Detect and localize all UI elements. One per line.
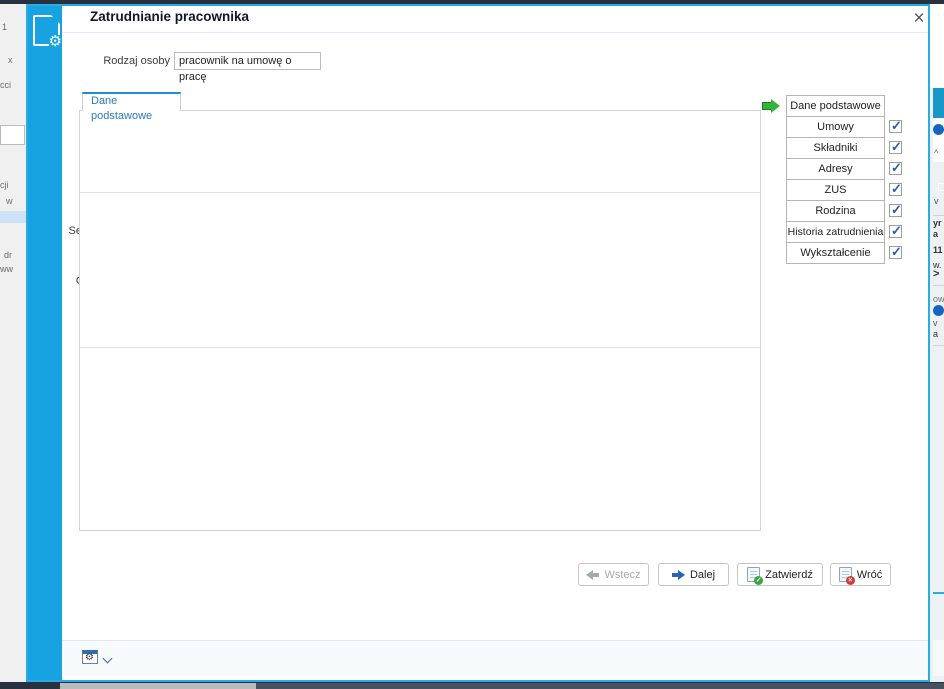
approve-doc-icon xyxy=(747,567,760,582)
bg-avatar-icon xyxy=(933,124,944,135)
step-adresy-checkbox[interactable] xyxy=(889,162,902,175)
step-historia-checkbox[interactable] xyxy=(889,225,902,238)
person-type-select[interactable]: pracownik na umowę o pracę xyxy=(174,52,321,70)
close-icon[interactable]: × xyxy=(906,7,932,31)
step-zus-checkbox[interactable] xyxy=(889,183,902,196)
wstecz-label: Wstecz xyxy=(604,569,640,581)
bg-text-fragment: ow xyxy=(933,294,944,304)
arrow-left-icon xyxy=(586,570,599,580)
form-panel xyxy=(79,110,761,531)
zatwierdz-label: Zatwierdź xyxy=(765,569,813,581)
bg-text-fragment: v xyxy=(934,196,939,206)
dalej-label: Dalej xyxy=(690,569,715,581)
bg-text-fragment: w xyxy=(6,196,13,206)
bg-highlight-row xyxy=(0,211,26,223)
step-rodzina-checkbox[interactable] xyxy=(889,204,902,217)
arrow-right-icon xyxy=(672,570,685,580)
section-divider xyxy=(80,347,760,348)
step-dane-podstawowe[interactable]: Dane podstawowe xyxy=(786,95,885,117)
folded-corner xyxy=(51,15,60,24)
bg-avatar-icon xyxy=(933,305,944,316)
step-zus[interactable]: ZUS xyxy=(786,179,885,201)
bg-square-icon xyxy=(938,183,944,191)
bg-text-fragment: dr xyxy=(4,250,12,260)
background-right-strip: ^ v yr a 11 w. > ow v a xyxy=(930,4,944,682)
bg-footer-block xyxy=(933,640,944,676)
wroc-button[interactable]: Wróć xyxy=(830,563,891,586)
bg-divider xyxy=(933,215,944,216)
bg-input-fragment xyxy=(0,125,25,145)
zatwierdz-button[interactable]: Zatwierdź xyxy=(737,563,823,586)
wroc-label: Wróć xyxy=(857,569,882,581)
bg-teal-header xyxy=(933,88,944,118)
current-step-arrow-icon xyxy=(762,99,780,113)
bg-text-fragment: a xyxy=(933,329,938,339)
tab-dane-podstawowe[interactable]: Dane podstawowe xyxy=(82,92,181,111)
gear-icon: ⚙ xyxy=(49,35,62,49)
window-settings-icon[interactable]: ⚙ xyxy=(82,650,98,664)
step-skladniki-checkbox[interactable] xyxy=(889,141,902,154)
cancel-doc-icon xyxy=(839,567,852,582)
title-divider xyxy=(62,32,928,33)
green-check-badge-icon xyxy=(754,576,763,585)
bg-text-fragment: 11 xyxy=(933,245,943,255)
dialog-accent-bar xyxy=(28,6,62,680)
bg-text-fragment: v xyxy=(933,318,938,328)
step-skladniki[interactable]: Składniki xyxy=(786,137,885,159)
bg-bottom-strip-dark xyxy=(256,683,944,689)
bg-divider xyxy=(933,345,944,346)
bg-text-fragment: ^ xyxy=(934,148,938,158)
bg-white-block xyxy=(930,4,944,88)
step-historia-zatrudnienia[interactable]: Historia zatrudnienia xyxy=(786,221,885,243)
dialog-title: Zatrudnianie pracownika xyxy=(90,9,249,24)
bg-blue-line xyxy=(933,592,944,594)
step-rodzina[interactable]: Rodzina xyxy=(786,200,885,222)
section-divider xyxy=(80,192,760,193)
step-wyksztalcenie-checkbox[interactable] xyxy=(889,246,902,259)
bg-text-fragment: cci xyxy=(0,80,11,90)
bg-text-fragment: a xyxy=(933,229,938,239)
bg-text-fragment: 1 xyxy=(2,22,7,32)
step-umowy[interactable]: Umowy xyxy=(786,116,885,138)
dalej-button[interactable]: Dalej xyxy=(658,563,729,586)
bg-text-fragment: x xyxy=(8,55,13,65)
person-type-label: Rodzaj osoby xyxy=(60,52,170,70)
gear-icon: ⚙ xyxy=(85,652,94,664)
background-left-strip: 1 x cci cji w dr ww xyxy=(0,4,26,682)
bg-bottom-strip-light xyxy=(60,683,256,689)
document-gear-icon: ⚙ xyxy=(33,15,60,46)
bg-text-fragment: ww xyxy=(0,264,13,274)
step-adresy[interactable]: Adresy xyxy=(786,158,885,180)
bg-text-fragment: cji xyxy=(0,180,9,190)
wstecz-button: Wstecz xyxy=(578,563,649,586)
bg-divider xyxy=(933,285,944,286)
step-umowy-checkbox[interactable] xyxy=(889,120,902,133)
step-wyksztalcenie[interactable]: Wykształcenie xyxy=(786,242,885,264)
red-x-badge-icon xyxy=(846,576,855,585)
bg-text-fragment: yr xyxy=(933,218,942,228)
dialog-footer xyxy=(62,641,928,676)
bg-text-fragment: > xyxy=(933,268,939,280)
